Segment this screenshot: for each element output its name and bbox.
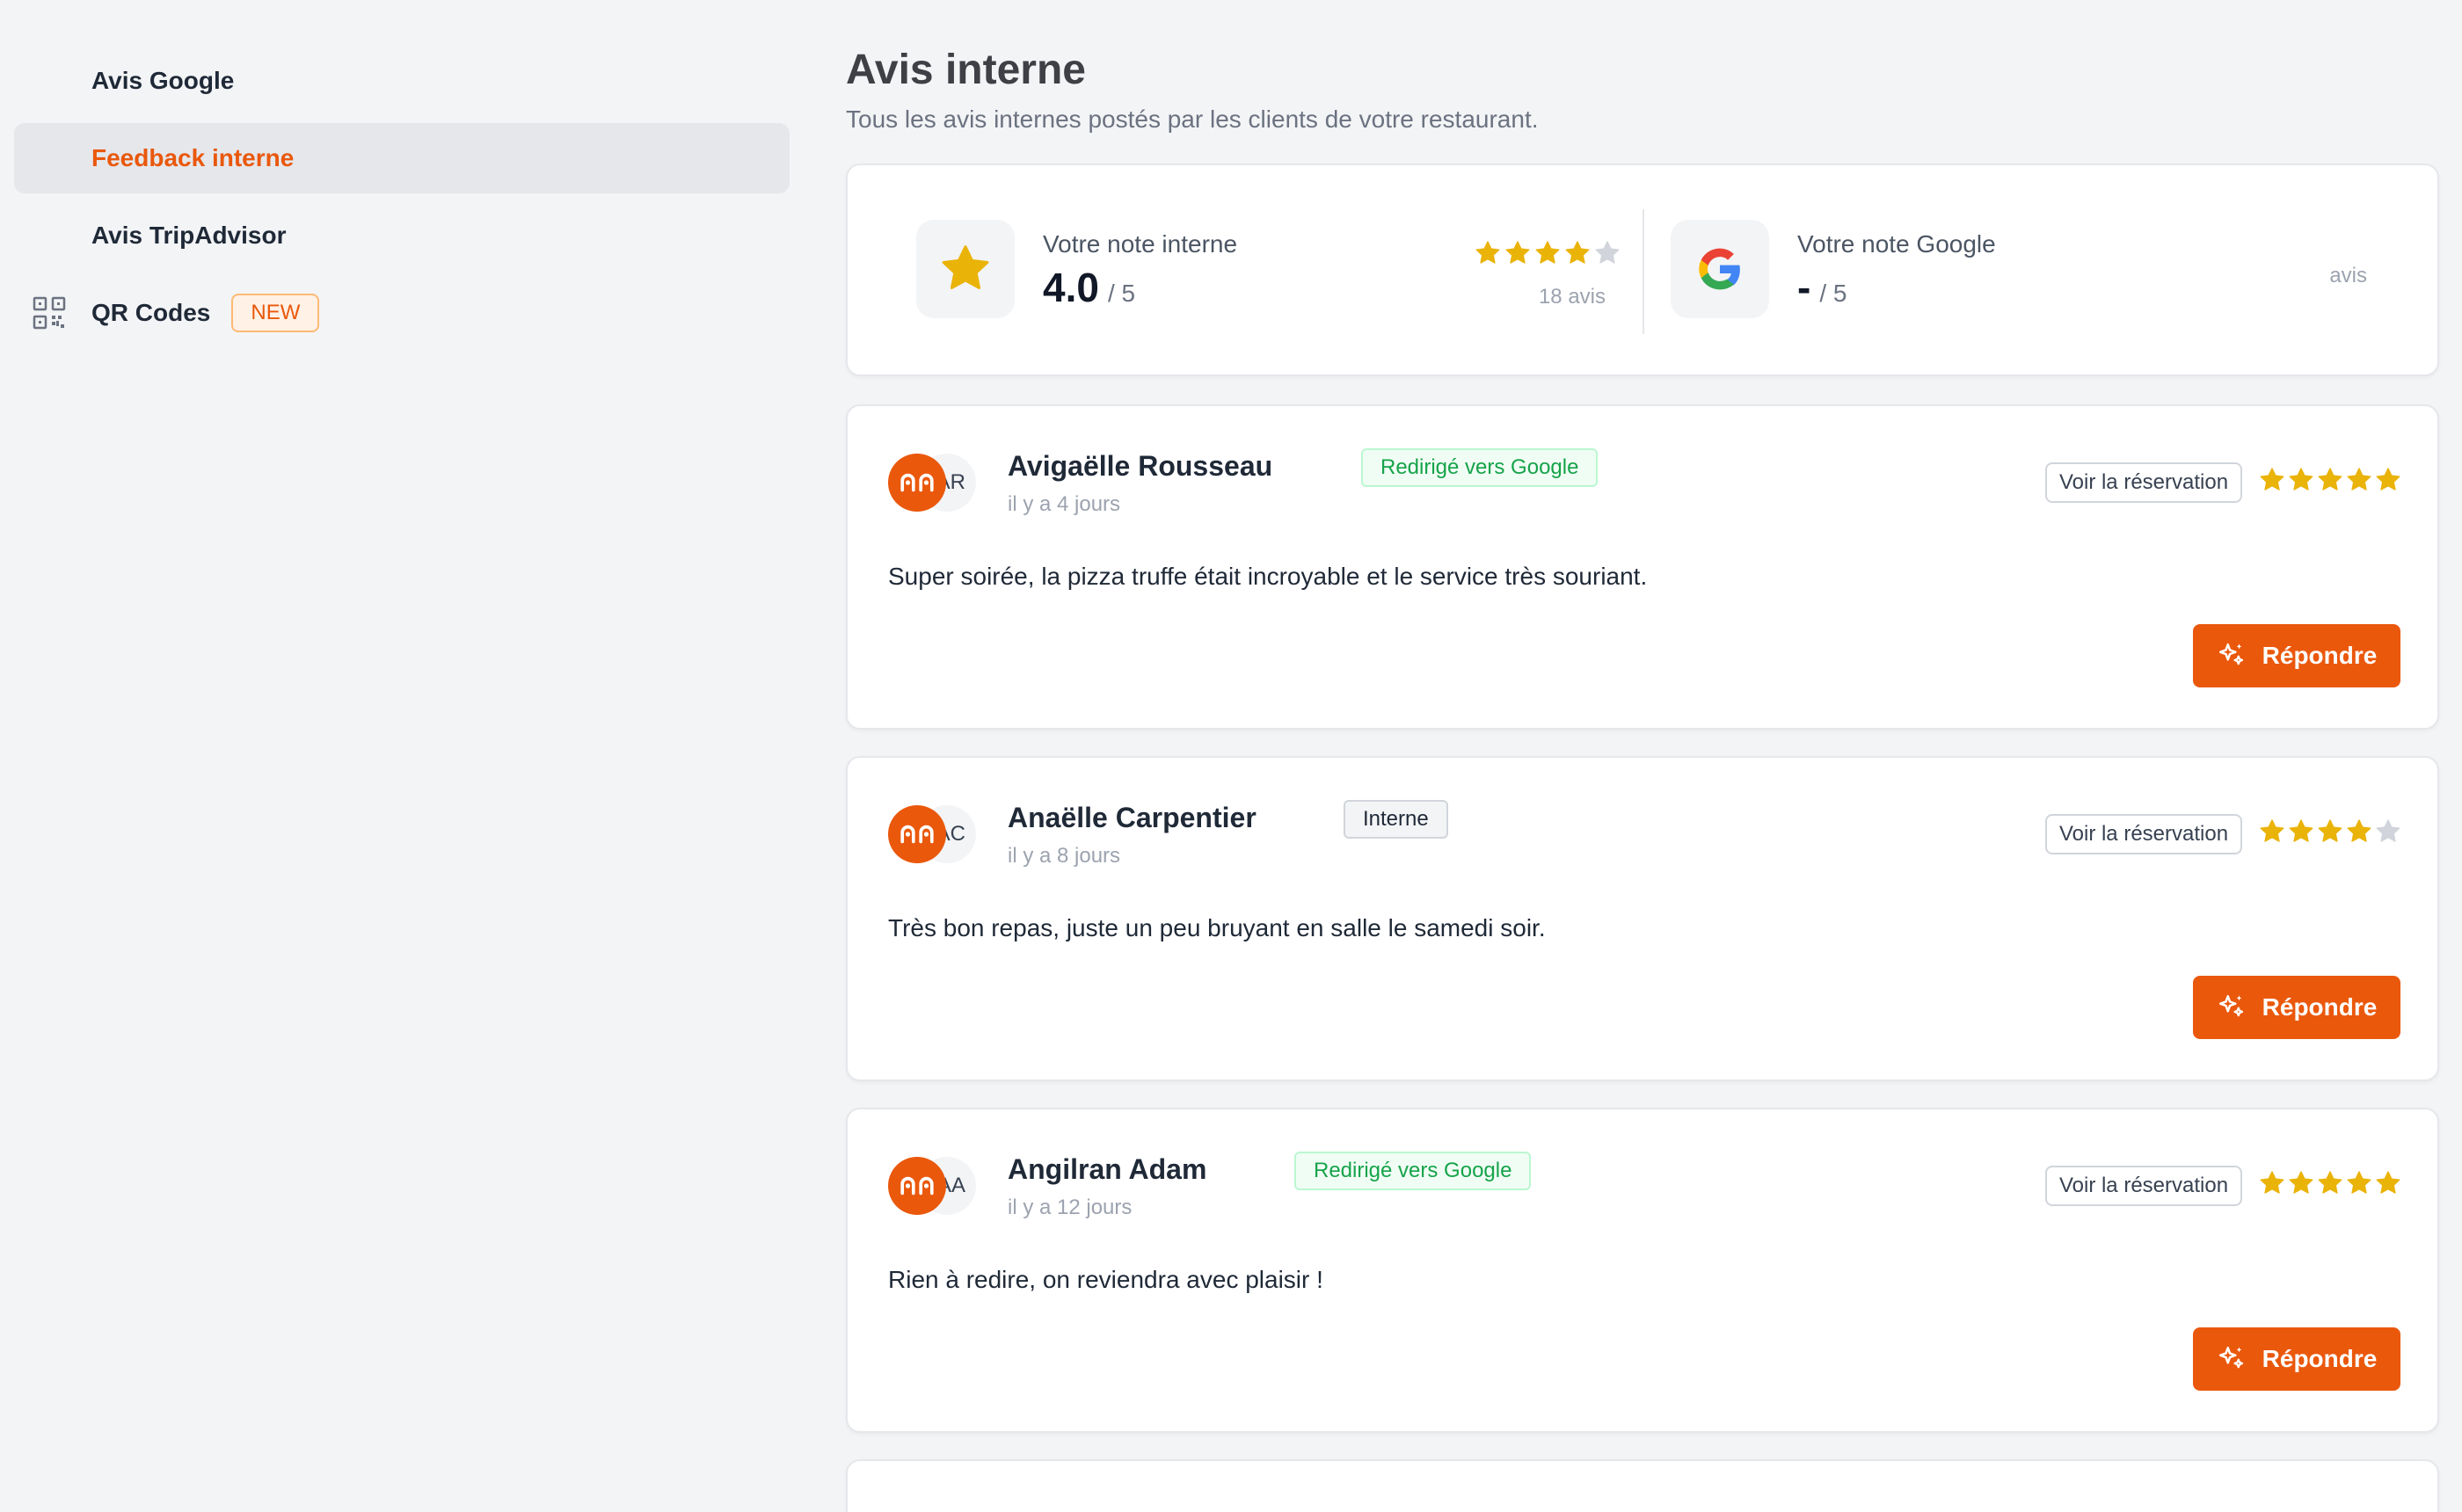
sparkles-icon (2218, 1346, 2243, 1369)
star-empty-icon (1595, 241, 1620, 264)
google-rating-scale: / 5 (1819, 280, 1847, 307)
review-time: il y a 12 jours (1008, 1196, 1133, 1219)
star-icon (942, 245, 989, 289)
reviewer-name: Avigaëlle Rousseau (1008, 450, 1273, 482)
sidebar: Avis Google Feedback interne Avis TripAd… (0, 0, 809, 1512)
restaurant-logo-icon (888, 805, 946, 863)
review-time: il y a 8 jours (1008, 844, 1121, 868)
google-rating-label: Votre note Google (1797, 230, 1996, 258)
sidebar-item-avis-google[interactable]: Avis Google (14, 46, 790, 116)
star-filled-icon (2318, 819, 2342, 842)
google-rating-value: -/ 5 (1797, 264, 1846, 311)
page-subtitle: Tous les avis internes postés par les cl… (846, 105, 1539, 133)
internal-rating-stars (1474, 239, 1621, 267)
star-filled-icon (2318, 468, 2342, 491)
review-stars (2258, 818, 2402, 846)
google-review-count: avis (2329, 264, 2367, 287)
review-status-badge: Redirigé vers Google (1294, 1152, 1532, 1190)
star-filled-icon (2376, 468, 2400, 491)
review-card: AR Avigaëlle Rousseau Redirigé vers Google… (846, 404, 2439, 730)
view-reservation-button[interactable]: Voir la réservation (2045, 462, 2242, 503)
rating-summary-card: Votre note interne 4.0 / 5 18 avis Votre … (846, 164, 2439, 376)
star-filled-icon (1505, 241, 1530, 264)
reviewer-name: Anaëlle Carpentier (1008, 802, 1256, 833)
google-logo-icon (1699, 248, 1740, 290)
star-filled-icon (2347, 468, 2371, 491)
summary-divider (1643, 209, 1644, 334)
new-badge: NEW (231, 294, 320, 332)
sparkles-icon (2218, 643, 2243, 665)
star-filled-icon (2260, 468, 2284, 491)
star-empty-icon (2376, 819, 2400, 842)
review-text: Super soirée, la pizza truffe était incr… (888, 563, 1648, 590)
view-reservation-button[interactable]: Voir la réservation (2045, 814, 2242, 854)
reply-button[interactable]: Répondre (2193, 976, 2400, 1039)
reviewer-name: Angilran Adam (1008, 1153, 1207, 1185)
review-card: AC Anaëlle Carpentier Interne il y a 8 jour… (846, 756, 2439, 1081)
review-stars (2258, 466, 2402, 494)
review-stars (2258, 1169, 2402, 1197)
view-reservation-button[interactable]: Voir la réservation (2045, 1166, 2242, 1206)
sidebar-item-feedback-interne[interactable]: Feedback interne (14, 123, 790, 193)
internal-rating-label: Votre note interne (1043, 230, 1238, 258)
app-root: Avis Google Feedback interne Avis TripAd… (0, 0, 2462, 1512)
sidebar-item-label: Feedback interne (91, 144, 295, 171)
reply-button[interactable]: Répondre (2193, 624, 2400, 687)
review-text: Très bon repas, juste un peu bruyant en … (888, 914, 1546, 941)
star-filled-icon (2347, 819, 2371, 842)
reply-button[interactable]: Répondre (2193, 1327, 2400, 1391)
qr-code-icon (33, 296, 66, 330)
star-filled-icon (1565, 241, 1590, 264)
internal-review-count: 18 avis (1538, 285, 1606, 309)
sidebar-item-label: Avis Google (91, 67, 235, 94)
restaurant-logo-icon (888, 454, 946, 512)
star-filled-icon (2376, 1171, 2400, 1194)
review-status-badge: Redirigé vers Google (1361, 448, 1599, 487)
star-filled-icon (2347, 1171, 2371, 1194)
star-filled-icon (1475, 241, 1500, 264)
reply-button-label: Répondre (2262, 642, 2378, 669)
sidebar-item-qr-codes[interactable]: QR Codes NEW (14, 278, 790, 348)
reply-button-label: Répondre (2262, 1345, 2378, 1372)
star-filled-icon (2260, 819, 2284, 842)
star-filled-icon (2289, 819, 2313, 842)
sidebar-item-label: Avis TripAdvisor (91, 222, 287, 249)
google-rating-icon-box (1671, 220, 1769, 318)
review-card: AA Angilran Adam Redirigé vers Google il y … (846, 1108, 2439, 1433)
sidebar-item-label: QR Codes (91, 299, 211, 326)
internal-rating-icon-box (916, 220, 1015, 318)
page-title: Avis interne (846, 47, 1086, 93)
sidebar-item-avis-tripadvisor[interactable]: Avis TripAdvisor (14, 200, 790, 271)
review-status-badge: Interne (1344, 800, 1448, 839)
restaurant-logo-icon (888, 1157, 946, 1215)
internal-rating-value: 4.0 / 5 (1043, 264, 1135, 311)
star-filled-icon (1535, 241, 1560, 264)
star-filled-icon (2289, 1171, 2313, 1194)
reply-button-label: Répondre (2262, 993, 2378, 1021)
review-text: Rien à redire, on reviendra avec plaisir… (888, 1266, 1323, 1293)
sparkles-icon (2218, 994, 2243, 1017)
review-card-partial (846, 1459, 2439, 1512)
internal-rating-number: 4.0 (1043, 265, 1099, 310)
google-rating-number: - (1797, 265, 1811, 310)
star-filled-icon (2289, 468, 2313, 491)
star-filled-icon (2318, 1171, 2342, 1194)
internal-rating-scale: / 5 (1107, 280, 1136, 307)
review-time: il y a 4 jours (1008, 492, 1121, 516)
star-filled-icon (2260, 1171, 2284, 1194)
